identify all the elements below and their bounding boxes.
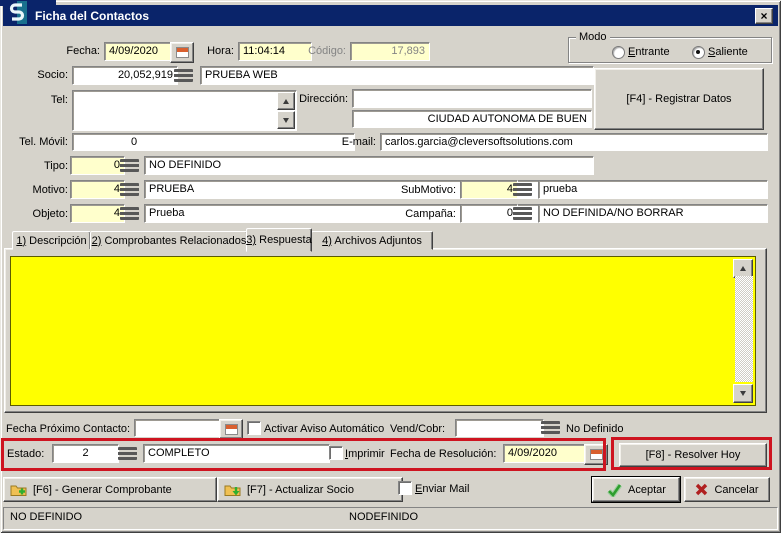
activar-aviso-label[interactable]: Activar Aviso Automático [264,423,384,436]
calendar-icon [176,47,189,58]
tel-input[interactable] [72,90,297,131]
submotivo-lookup-icon[interactable] [513,183,532,196]
respuesta-scroll-down-icon[interactable] [733,384,753,403]
enviar-mail-label[interactable]: Enviar Mail [415,483,469,496]
socio-code-input[interactable]: 20,052,919 [72,66,178,85]
tab-comprobantes-relacionados[interactable]: 2) Comprobantes Relacionados [90,231,248,250]
fecha-resolucion-input[interactable]: 4/09/2020 [503,444,590,463]
objeto-label: Objeto: [12,208,68,221]
close-icon[interactable]: × [755,8,773,24]
respuesta-scrollbar-track[interactable] [735,276,753,382]
fecha-resolucion-calendar-button[interactable] [584,444,608,465]
fecha-proximo-calendar-button[interactable] [219,419,243,439]
status-right: NODEFINIDO [349,511,418,524]
modo-group-label: Modo [576,31,610,44]
tab-descripcion[interactable]: 1) Descripción [12,231,91,250]
saliente-radio[interactable] [692,46,705,59]
calendar-icon [590,449,603,460]
objeto-code-input[interactable]: 4 [70,204,125,223]
window-title: Ficha del Contactos [35,9,149,23]
tel-movil-label: Tel. Móvil: [8,136,68,149]
cancelar-button[interactable]: Cancelar [684,477,770,502]
x-icon [695,483,708,496]
objeto-lookup-icon[interactable] [120,207,139,220]
actualizar-socio-button[interactable]: [F7] - Actualizar Socio [217,477,403,502]
estado-desc-field: COMPLETO [143,444,330,463]
app-logo-icon [7,1,27,24]
aceptar-button[interactable]: Aceptar [592,477,680,502]
estado-label: Estado: [7,448,44,461]
fecha-proximo-contacto-label: Fecha Próximo Contacto: [6,423,130,436]
tipo-label: Tipo: [18,160,68,173]
submotivo-label: SubMotivo: [376,184,456,197]
tel-label: Tel: [28,94,68,107]
hora-label: Hora: [194,45,234,58]
codigo-label: Código: [280,45,346,58]
resolver-hoy-button[interactable]: [F8] - Resolver Hoy [619,443,767,467]
tipo-desc-field: NO DEFINIDO [144,156,594,175]
socio-lookup-icon[interactable] [174,69,193,82]
entrante-radio-label[interactable]: Entrante [628,46,670,59]
estado-lookup-icon[interactable] [118,447,137,460]
generar-comprobante-button[interactable]: [F6] - Generar Comprobante [3,477,217,502]
activar-aviso-checkbox[interactable] [247,421,261,435]
vend-cobr-lookup-icon[interactable] [541,421,560,434]
titlebar[interactable]: Ficha del Contactos × [3,5,778,26]
ficha-del-contactos-dialog: Ficha del Contactos × Fecha: 4/09/2020 H… [0,0,781,533]
status-bar: NO DEFINIDO NODEFINIDO [3,507,778,530]
fecha-label: Fecha: [30,45,100,58]
fecha-proximo-contacto-input[interactable] [134,419,225,437]
direccion-label: Dirección: [290,93,348,106]
tab-respuesta[interactable]: 3) Respuesta [246,228,312,252]
folder-plus-icon [10,483,27,496]
fecha-calendar-button[interactable] [170,42,194,63]
campana-lookup-icon[interactable] [513,207,532,220]
imprimir-checkbox[interactable] [329,446,343,460]
motivo-label: Motivo: [12,184,68,197]
vend-cobr-input[interactable] [455,419,544,437]
campana-desc-field: NO DEFINIDA/NO BORRAR [538,204,768,223]
respuesta-textarea[interactable] [10,256,756,406]
email-label: E-mail: [296,136,376,149]
estado-code-input[interactable]: 2 [52,444,119,463]
codigo-input: 17,893 [350,42,430,61]
fecha-resolucion-label: Fecha de Resolución: [390,448,496,461]
socio-name-field: PRUEBA WEB [200,66,594,85]
direccion-line2-input[interactable]: CIUDAD AUTONOMA DE BUEN [352,110,592,128]
email-input[interactable]: carlos.garcia@cleversoftsolutions.com [380,133,768,151]
direccion-line1-input[interactable] [352,89,592,108]
enviar-mail-checkbox[interactable] [398,481,412,495]
check-icon [606,483,622,497]
status-left: NO DEFINIDO [10,511,82,524]
imprimir-label[interactable]: Imprimir [345,448,385,461]
vend-cobr-desc: No Definido [566,423,623,436]
registrar-datos-button[interactable]: [F4] - Registrar Datos [594,68,764,130]
tipo-lookup-icon[interactable] [120,159,139,172]
campana-label: Campaña: [376,208,456,221]
fecha-input[interactable]: 4/09/2020 [104,42,176,61]
saliente-radio-label[interactable]: Saliente [708,46,748,59]
folder-download-icon [224,483,241,496]
motivo-lookup-icon[interactable] [120,183,139,196]
campana-code-input[interactable]: 0 [460,204,518,223]
socio-label: Socio: [10,69,68,82]
entrante-radio[interactable] [612,46,625,59]
vend-cobr-label: Vend/Cobr: [390,423,445,436]
calendar-icon [225,424,238,435]
tel-scroll-down-icon[interactable] [277,111,295,129]
tipo-code-input[interactable]: 0 [70,156,125,175]
tab-archivos-adjuntos[interactable]: 4) Archivos Adjuntos [311,231,433,250]
submotivo-code-input[interactable]: 4 [460,180,518,199]
submotivo-desc-field: prueba [538,180,768,199]
motivo-code-input[interactable]: 4 [70,180,125,199]
